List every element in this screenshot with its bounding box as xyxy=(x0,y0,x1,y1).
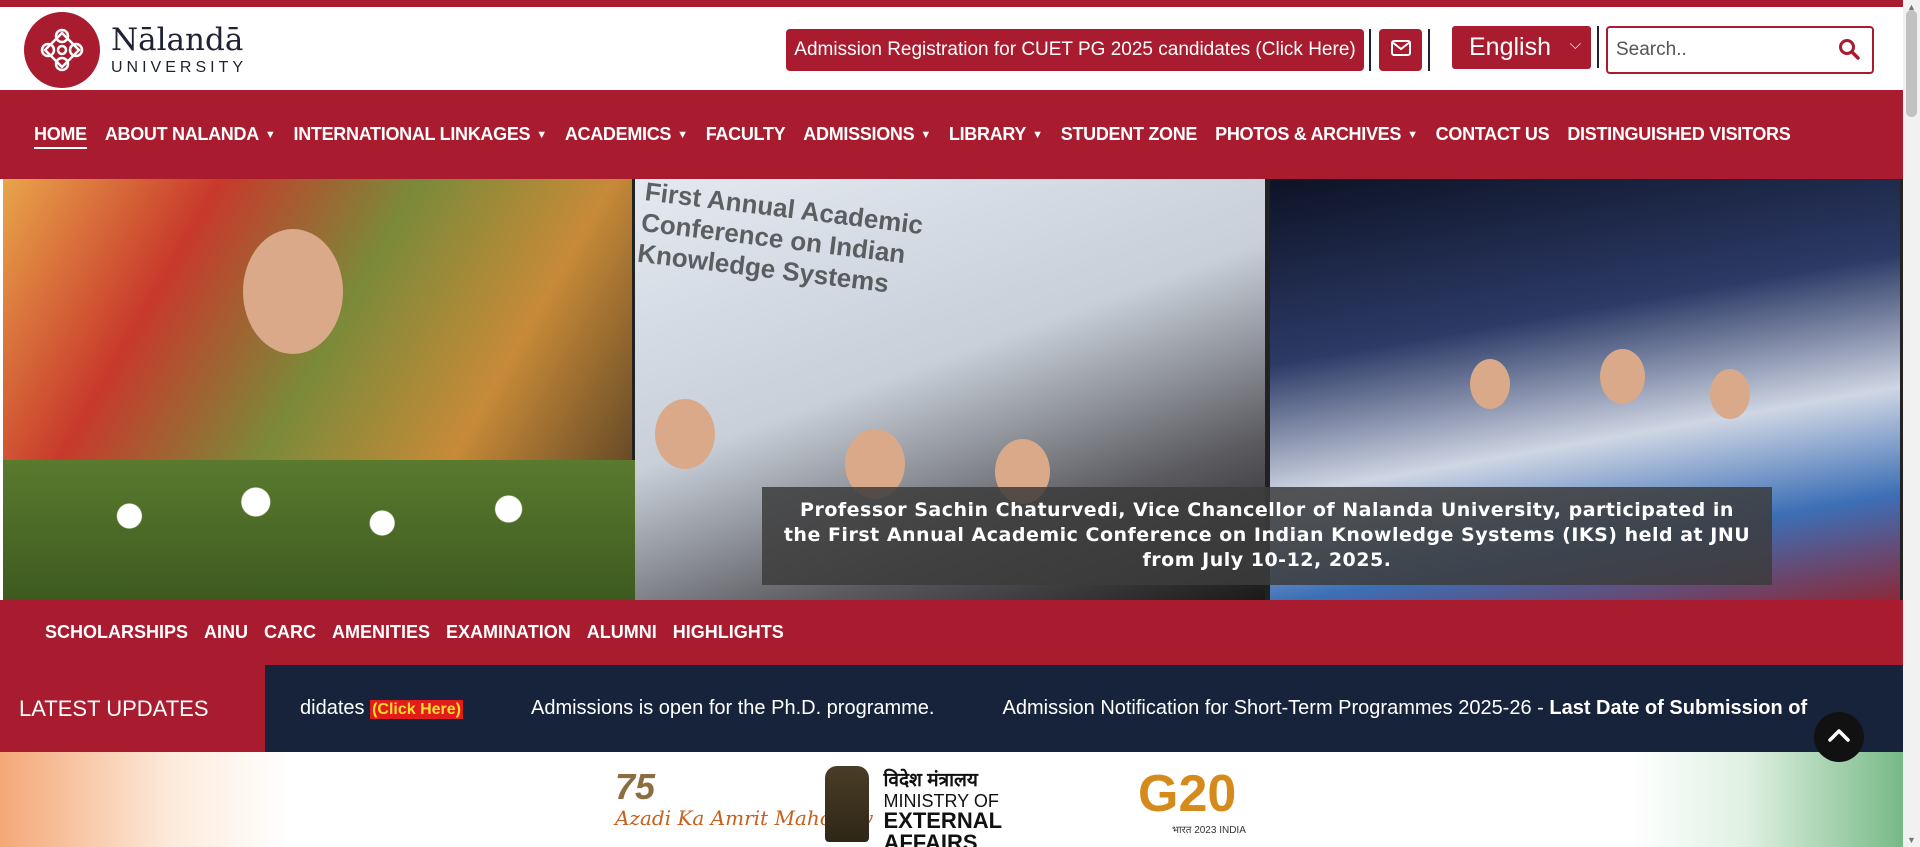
nav-label: HOME xyxy=(34,124,87,144)
hero-carousel[interactable]: First Annual Academic Conference on Indi… xyxy=(0,179,1920,600)
chevron-down-icon: ▼ xyxy=(1407,128,1418,141)
click-here-link[interactable]: (Click Here) xyxy=(370,700,463,719)
nav-item-home[interactable]: HOME xyxy=(34,124,87,149)
chevron-down-icon: ▼ xyxy=(920,128,931,141)
language-select[interactable]: English ⌵ xyxy=(1452,26,1591,69)
photo-figure xyxy=(1710,369,1750,419)
nav-item-student-zone[interactable]: STUDENT ZONE xyxy=(1060,124,1198,145)
photo-figure xyxy=(655,399,715,469)
ticker-item[interactable]: Admission Notification for Short-Term Pr… xyxy=(1003,697,1808,720)
carousel-caption: Professor Sachin Chaturvedi, Vice Chance… xyxy=(762,487,1772,585)
ticker-item[interactable]: Admissions is open for the Ph.D. program… xyxy=(531,697,935,720)
scroll-down-arrow-icon[interactable]: ▼ xyxy=(1907,835,1916,845)
ticker-item[interactable]: didates (Click Here) xyxy=(300,697,463,720)
photo-figure xyxy=(1600,349,1645,404)
chevron-up-icon xyxy=(1827,727,1851,748)
ticker-bold-text: Last Date of Submission of xyxy=(1549,697,1808,719)
search-box xyxy=(1606,26,1874,74)
ministry-external-affairs-logo[interactable]: विदेश मंत्रालय MINISTRY OF EXTERNAL AFFA… xyxy=(825,766,1085,847)
nav-item-photos-archives[interactable]: PHOTOS & ARCHIVES ▼ xyxy=(1215,124,1418,145)
divider xyxy=(1369,29,1371,71)
nav-item-about-nalanda[interactable]: ABOUT NALANDA ▼ xyxy=(105,124,276,145)
divider xyxy=(1428,29,1430,71)
scroll-to-top-button[interactable] xyxy=(1814,712,1864,762)
nav-item-faculty[interactable]: FACULTY xyxy=(706,124,786,145)
scrollbar-thumb[interactable] xyxy=(1906,10,1917,117)
subnav-item-examination[interactable]: EXAMINATION xyxy=(446,622,571,643)
nav-item-distinguished-visitors[interactable]: DISTINGUISHED VISITORS xyxy=(1567,124,1790,145)
latest-updates-bar: LATEST UPDATES didates (Click Here) Admi… xyxy=(0,665,1920,752)
azadi-ka-amrit-mahotsav-logo[interactable]: 75 Azadi Ka Amrit Mahotsav xyxy=(615,766,873,846)
nav-label: STUDENT ZONE xyxy=(1060,124,1198,144)
photo-figure xyxy=(243,229,343,354)
nalanda-emblem-icon xyxy=(24,12,100,88)
subnav-item-amenities[interactable]: AMENITIES xyxy=(332,622,430,643)
g20-subtext: भारत 2023 INDIA xyxy=(1172,825,1246,836)
ticker-text: didates xyxy=(300,697,371,719)
nav-item-library[interactable]: LIBRARY ▼ xyxy=(949,124,1043,145)
university-logo[interactable]: Nālandā UNIVERSITY xyxy=(24,12,247,88)
site-header: Nālandā UNIVERSITY Admission Registratio… xyxy=(0,7,1920,90)
nav-label: ABOUT NALANDA xyxy=(104,124,259,144)
latest-updates-label: LATEST UPDATES xyxy=(0,665,265,752)
photo-figure xyxy=(1470,359,1510,409)
nav-label: LIBRARY xyxy=(948,124,1027,144)
subnav-item-scholarships[interactable]: SCHOLARSHIPS xyxy=(45,622,188,643)
chevron-down-icon: ▼ xyxy=(677,128,688,141)
subnav-item-carc[interactable]: CARC xyxy=(264,622,316,643)
logo-subtitle: UNIVERSITY xyxy=(111,59,248,76)
nav-label: INTERNATIONAL LINKAGES xyxy=(293,124,531,144)
mail-button[interactable] xyxy=(1379,29,1422,71)
photo-flowers xyxy=(3,460,635,600)
nav-label: ADMISSIONS xyxy=(803,124,915,144)
chevron-down-icon: ▼ xyxy=(1032,128,1043,141)
subnav-item-ainu[interactable]: AINU xyxy=(204,622,248,643)
nav-label: FACULTY xyxy=(705,124,786,144)
nav-label: PHOTOS & ARCHIVES xyxy=(1215,124,1402,144)
subnav-item-alumni[interactable]: ALUMNI xyxy=(587,622,657,643)
chevron-down-icon: ⌵ xyxy=(1569,36,1581,53)
carousel-photo-speaker xyxy=(0,179,635,600)
nav-item-contact-us[interactable]: CONTACT US xyxy=(1436,124,1550,145)
nav-item-admissions[interactable]: ADMISSIONS ▼ xyxy=(803,124,931,145)
nav-item-academics[interactable]: ACADEMICS ▼ xyxy=(565,124,688,145)
language-value: English xyxy=(1469,33,1551,61)
search-icon[interactable] xyxy=(1838,38,1860,65)
main-navigation: HOME ABOUT NALANDA ▼ INTERNATIONAL LINKAG… xyxy=(0,90,1920,179)
g20-logo[interactable]: G20 भारत 2023 INDIA xyxy=(1138,766,1278,836)
divider xyxy=(1597,26,1599,68)
ticker-text: Admission Notification for Short-Term Pr… xyxy=(1002,697,1550,719)
subnav-item-highlights[interactable]: HIGHLIGHTS xyxy=(673,622,784,643)
nav-item-international-linkages[interactable]: INTERNATIONAL LINKAGES ▼ xyxy=(293,124,548,145)
g20-text: G20 xyxy=(1138,765,1237,823)
nav-label: DISTINGUISHED VISITORS xyxy=(1567,124,1791,144)
national-emblem-icon xyxy=(825,766,870,842)
mea-line2: EXTERNAL AFFAIRS xyxy=(883,808,1002,847)
secondary-navigation: SCHOLARSHIPS AINU CARC AMENITIES EXAMINA… xyxy=(0,600,1920,665)
chevron-down-icon: ▼ xyxy=(264,128,276,141)
azadi-number: 75 xyxy=(615,766,656,807)
logo-name: Nālandā xyxy=(111,22,244,58)
top-accent-strip xyxy=(0,0,1920,7)
nav-label: CONTACT US xyxy=(1435,124,1550,144)
nav-label: ACADEMICS xyxy=(564,124,672,144)
mea-hindi-text: विदेश मंत्रालय xyxy=(883,770,978,791)
admission-registration-button[interactable]: Admission Registration for CUET PG 2025 … xyxy=(786,29,1364,71)
search-input[interactable] xyxy=(1616,39,1836,61)
chevron-down-icon: ▼ xyxy=(536,128,547,141)
partner-logos-strip: 75 Azadi Ka Amrit Mahotsav विदेश मंत्राल… xyxy=(0,752,1920,847)
vertical-scrollbar[interactable]: ▲ ▼ xyxy=(1903,0,1920,847)
mail-icon xyxy=(1390,39,1411,61)
updates-ticker: didates (Click Here) Admissions is open … xyxy=(300,665,1890,752)
